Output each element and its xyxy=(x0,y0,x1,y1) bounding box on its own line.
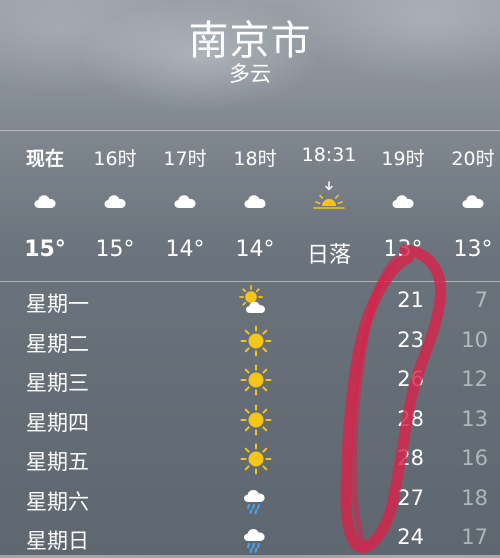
sun-icon xyxy=(238,403,274,437)
cloud-icon xyxy=(173,189,197,213)
cloud-icon xyxy=(391,189,415,213)
hour-value: 15° xyxy=(24,237,66,262)
high-temp: 28 xyxy=(397,406,424,431)
low-temp: 16 xyxy=(461,446,488,470)
hour-value: 15° xyxy=(95,237,135,262)
daily-forecast[interactable]: 星期一 21 7 星期二 23 10 星期三 26 12 星期四 28 13 星期五 28 16 星期六 27 1… xyxy=(0,282,500,555)
hour-value: 13° xyxy=(383,237,423,262)
sun-icon xyxy=(238,363,274,397)
cloud-icon xyxy=(461,189,485,213)
day-row: 星期二 23 10 xyxy=(0,322,500,361)
day-row: 星期四 28 13 xyxy=(0,401,500,440)
hour-column: 19时 13° xyxy=(368,131,438,281)
sun-icon xyxy=(238,442,274,476)
hour-time: 19时 xyxy=(381,148,425,170)
low-temp: 12 xyxy=(461,367,488,391)
hour-value: 日落 xyxy=(306,243,351,268)
hour-column: 18:31 日落 xyxy=(294,131,364,281)
day-name: 星期五 xyxy=(26,450,89,474)
high-temp: 24 xyxy=(397,525,424,549)
high-temp: 21 xyxy=(397,288,424,312)
current-condition: 多云 xyxy=(229,62,271,86)
day-name: 星期一 xyxy=(26,292,89,316)
header: 南京市 多云 xyxy=(0,0,500,130)
hour-column: 18时 14° xyxy=(220,131,290,281)
hour-time: 16时 xyxy=(93,148,137,170)
low-temp: 13 xyxy=(461,406,488,431)
sunset-icon xyxy=(311,181,347,217)
low-temp: 17 xyxy=(461,525,488,549)
sun-icon xyxy=(238,324,274,358)
rain-icon xyxy=(238,482,274,516)
hour-time: 17时 xyxy=(163,148,207,170)
hour-value: 13° xyxy=(453,237,493,262)
day-name: 星期三 xyxy=(26,371,89,395)
hour-column: 现在 15° xyxy=(10,131,80,281)
hour-column: 16时 15° xyxy=(80,131,150,281)
low-temp: 10 xyxy=(461,327,488,352)
hour-value: 14° xyxy=(165,237,205,262)
day-name: 星期二 xyxy=(26,331,89,356)
cloud-icon xyxy=(243,189,267,213)
cloud-icon xyxy=(33,189,57,213)
hour-time: 18:31 xyxy=(301,144,357,166)
high-temp: 28 xyxy=(397,446,424,470)
hour-value: 14° xyxy=(235,237,275,262)
day-row: 星期三 26 12 xyxy=(0,361,500,400)
hour-time: 现在 xyxy=(25,148,64,170)
cloud-icon xyxy=(103,189,127,213)
hour-time: 18时 xyxy=(233,148,277,170)
hourly-forecast[interactable]: 现在 15° 16时 15° 17时 14° 18时 14° 18:31 日落 19时 13° 20时 1… xyxy=(0,131,500,281)
day-name: 星期四 xyxy=(26,410,89,435)
day-name: 星期日 xyxy=(26,529,89,553)
high-temp: 27 xyxy=(397,485,424,510)
day-row: 星期五 28 16 xyxy=(0,440,500,479)
high-temp: 26 xyxy=(397,367,424,391)
day-row: 星期一 21 7 xyxy=(0,282,500,321)
hour-column: 20时 13° xyxy=(438,131,500,281)
day-row: 星期六 27 18 xyxy=(0,480,500,519)
day-row: 星期日 24 17 xyxy=(0,519,500,558)
low-temp: 7 xyxy=(474,288,488,312)
hour-column: 17时 14° xyxy=(150,131,220,281)
rain-icon xyxy=(238,521,274,555)
hour-time: 20时 xyxy=(451,148,495,170)
high-temp: 23 xyxy=(397,327,424,352)
partly-sunny-icon xyxy=(238,284,274,318)
low-temp: 18 xyxy=(461,485,488,510)
day-name: 星期六 xyxy=(26,489,89,514)
